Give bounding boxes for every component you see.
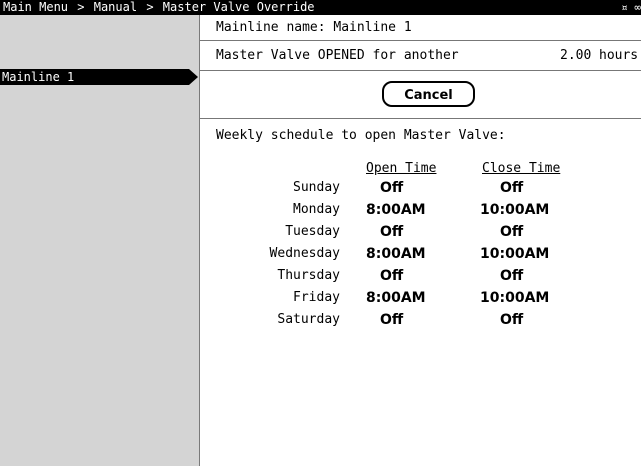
schedule-open-time: Off <box>380 312 404 328</box>
status-hours-value: 2.00 <box>560 48 592 63</box>
schedule-day: Saturday <box>277 312 340 327</box>
schedule-close-time: 10:00AM <box>480 246 550 262</box>
schedule-open-time: 8:00AM <box>366 246 426 262</box>
schedule-close-time: Off <box>500 312 524 328</box>
schedule-title: Weekly schedule to open Master Valve: <box>216 128 506 143</box>
status-row: Master Valve OPENED for another 2.00 hou… <box>200 41 641 71</box>
schedule-close-time: 10:00AM <box>480 202 550 218</box>
schedule-open-time: 8:00AM <box>366 202 426 218</box>
schedule-open-time: 8:00AM <box>366 290 426 306</box>
breadcrumb: Main Menu > Manual > Master Valve Overri… <box>3 0 315 15</box>
title-bar: Main Menu > Manual > Master Valve Overri… <box>0 0 641 15</box>
schedule-open-time: Off <box>380 180 404 196</box>
breadcrumb-separator: > <box>77 0 85 14</box>
sidebar: Mainline 1 <box>0 15 200 466</box>
wifi-icon: ¤ ∞ <box>621 1 641 14</box>
schedule-day: Friday <box>293 290 340 305</box>
breadcrumb-separator: > <box>146 0 154 14</box>
mainline-name: Mainline name: Mainline 1 <box>216 20 412 35</box>
schedule-day: Tuesday <box>285 224 340 239</box>
sidebar-item-label: Mainline 1 <box>2 70 75 84</box>
schedule-day: Monday <box>293 202 340 217</box>
schedule-open-time: Off <box>380 224 404 240</box>
schedule-close-time: Off <box>500 180 524 196</box>
cancel-row: Cancel <box>200 71 641 119</box>
mainline-name-row: Mainline name: Mainline 1 <box>200 15 641 41</box>
schedule-close-time: Off <box>500 268 524 284</box>
breadcrumb-master-valve-override: Master Valve Override <box>162 0 315 14</box>
sidebar-item-mainline-1[interactable]: Mainline 1 <box>0 69 198 85</box>
schedule-close-time: Off <box>500 224 524 240</box>
breadcrumb-main-menu[interactable]: Main Menu <box>3 0 68 14</box>
schedule-close-time: 10:00AM <box>480 290 550 306</box>
close-time-header: Close Time <box>482 161 561 176</box>
breadcrumb-manual[interactable]: Manual <box>94 0 137 14</box>
open-time-header: Open Time <box>366 161 437 176</box>
cancel-button[interactable]: Cancel <box>382 81 475 107</box>
schedule-day: Thursday <box>277 268 340 283</box>
status-hours-unit: hours <box>599 48 639 63</box>
schedule-day: Wednesday <box>269 246 340 261</box>
selection-arrow-icon <box>189 69 198 85</box>
status-text: Master Valve OPENED for another <box>216 48 459 63</box>
schedule-open-time: Off <box>380 268 404 284</box>
schedule-day: Sunday <box>293 180 340 195</box>
main-panel: Mainline name: Mainline 1 Master Valve O… <box>200 15 641 466</box>
